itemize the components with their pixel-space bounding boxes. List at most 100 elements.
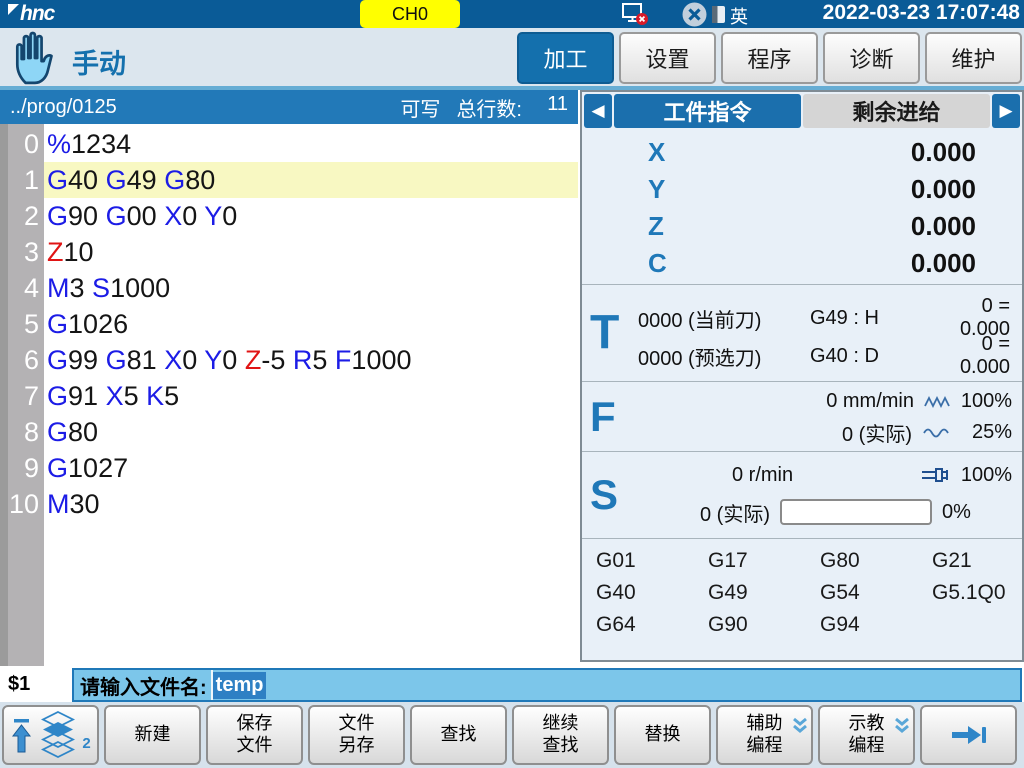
close-x-icon[interactable] bbox=[682, 2, 707, 27]
gcode-cell: G49 bbox=[708, 581, 820, 605]
spindle-command-row: 0 r/min 100% bbox=[582, 456, 1022, 494]
tool-compensation: G40 : D bbox=[810, 345, 938, 368]
code-line[interactable]: 2G90 G00 X0 Y0 bbox=[8, 198, 578, 234]
feed-override-pct: 25% bbox=[960, 421, 1012, 444]
feed-actual-value: 0 (实际) bbox=[842, 418, 912, 447]
logo-flag-icon bbox=[8, 4, 19, 15]
menu-layer-badge: 2 bbox=[82, 735, 90, 753]
feed-override-icon bbox=[922, 426, 950, 440]
gcode-cell: G21 bbox=[932, 549, 1022, 573]
line-number: 4 bbox=[8, 270, 44, 306]
language-indicator[interactable]: 英 bbox=[730, 3, 748, 29]
axis-name: C bbox=[648, 248, 667, 279]
current-tool-row: 0000 (当前刀) G49 : H 0 = 0.000 bbox=[582, 295, 1022, 333]
main-tabs: 加工 设置 程序 诊断 维护 bbox=[517, 32, 1022, 84]
code-text: Z10 bbox=[44, 234, 578, 270]
title-bar: hnc CH0 英 2022-03-23 17:07:48 bbox=[0, 0, 1024, 28]
tab-diagnosis[interactable]: 诊断 bbox=[823, 32, 920, 84]
line-number: 1 bbox=[8, 162, 44, 198]
axis-value: 0.000 bbox=[911, 174, 976, 205]
hnc-logo: hnc bbox=[8, 2, 54, 26]
replace-button[interactable]: 替换 bbox=[614, 705, 711, 765]
chevron-double-down-icon bbox=[894, 717, 910, 735]
program-editor: ../prog/0125 可写 总行数: 11 0%12341G40 G49 G… bbox=[0, 90, 578, 666]
feed-section-label: F bbox=[590, 393, 616, 441]
editor-body[interactable]: 0%12341G40 G49 G802G90 G00 X0 Y03Z104M3 … bbox=[0, 124, 578, 666]
line-number: 8 bbox=[8, 414, 44, 450]
menu-up-layer-button[interactable]: 2 bbox=[2, 705, 99, 765]
line-number: 6 bbox=[8, 342, 44, 378]
axis-name: Y bbox=[648, 174, 665, 205]
menu-next-page-button[interactable] bbox=[920, 705, 1017, 765]
aux-programming-button[interactable]: 辅助 编程 bbox=[716, 705, 813, 765]
teach-programming-button[interactable]: 示教 编程 bbox=[818, 705, 915, 765]
code-line[interactable]: 7G91 X5 K5 bbox=[8, 378, 578, 414]
status-next-arrow-icon[interactable]: ▶ bbox=[992, 94, 1020, 128]
arrow-right-bar-icon bbox=[951, 723, 987, 747]
editor-header: ../prog/0125 可写 总行数: 11 bbox=[0, 90, 578, 124]
code-line[interactable]: 4M3 S1000 bbox=[8, 270, 578, 306]
code-line[interactable]: 0%1234 bbox=[8, 126, 578, 162]
code-text: G1026 bbox=[44, 306, 578, 342]
code-line[interactable]: 8G80 bbox=[8, 414, 578, 450]
feed-command-value: 0 mm/min bbox=[826, 390, 914, 413]
channel-badge[interactable]: CH0 bbox=[360, 0, 460, 28]
gcode-cell: G40 bbox=[596, 581, 708, 605]
code-line[interactable]: 9G1027 bbox=[8, 450, 578, 486]
filename-input[interactable]: 请输入文件名: temp bbox=[72, 668, 1022, 702]
line-number: 3 bbox=[8, 234, 44, 270]
line-number: 5 bbox=[8, 306, 44, 342]
axis-row-y: Y 0.000 bbox=[582, 171, 1022, 208]
gcode-cell: G5.1Q0 bbox=[932, 581, 1022, 605]
channel-label: $1 bbox=[8, 673, 30, 696]
axis-name: Z bbox=[648, 211, 664, 242]
tool-section: T 0000 (当前刀) G49 : H 0 = 0.000 0000 (预选刀… bbox=[582, 284, 1022, 381]
line-number: 0 bbox=[8, 126, 44, 162]
command-prompt-row: $1 请输入文件名: temp bbox=[0, 668, 1024, 702]
find-next-button[interactable]: 继续 查找 bbox=[512, 705, 609, 765]
status-tab-remaining-feed[interactable]: 剩余进给 bbox=[803, 94, 990, 128]
tab-program[interactable]: 程序 bbox=[721, 32, 818, 84]
tab-maintenance[interactable]: 维护 bbox=[925, 32, 1022, 84]
tab-machining[interactable]: 加工 bbox=[517, 32, 614, 84]
total-lines-count: 11 bbox=[538, 93, 568, 122]
code-text: G90 G00 X0 Y0 bbox=[44, 198, 578, 234]
spindle-override-pct: 100% bbox=[960, 464, 1012, 487]
hnc-cnc-screen: hnc CH0 英 2022-03-23 17:07:48 手动 加工 设置 程… bbox=[0, 0, 1024, 768]
axis-name: X bbox=[648, 137, 665, 168]
filename-value-selected: temp bbox=[213, 672, 267, 699]
axis-row-c: C 0.000 bbox=[582, 245, 1022, 282]
tool-section-label: T bbox=[590, 306, 619, 361]
code-text: M3 S1000 bbox=[44, 270, 578, 306]
rapid-override-pct: 100% bbox=[960, 390, 1012, 413]
code-text: G91 X5 K5 bbox=[44, 378, 578, 414]
status-tab-workpiece-command[interactable]: 工件指令 bbox=[614, 94, 801, 128]
spindle-actual-value: 0 (实际) bbox=[700, 498, 770, 527]
new-file-button[interactable]: 新建 bbox=[104, 705, 201, 765]
gcode-cell: G80 bbox=[820, 549, 932, 573]
code-text: G40 G49 G80 bbox=[44, 162, 578, 198]
editor-scrollbar[interactable] bbox=[0, 124, 8, 666]
find-button[interactable]: 查找 bbox=[410, 705, 507, 765]
gcode-grid: G01 G17 G80 G21 G40 G49 G54 G5.1Q0 G64 G… bbox=[582, 539, 1022, 637]
return-up-arrow-icon bbox=[10, 715, 34, 755]
menu-layers-icon bbox=[40, 711, 76, 759]
code-lines: 0%12341G40 G49 G802G90 G00 X0 Y03Z104M3 … bbox=[8, 126, 578, 522]
save-file-button[interactable]: 保存 文件 bbox=[206, 705, 303, 765]
code-line[interactable]: 6G99 G81 X0 Y0 Z-5 R5 F1000 bbox=[8, 342, 578, 378]
tab-settings[interactable]: 设置 bbox=[619, 32, 716, 84]
save-as-button[interactable]: 文件 另存 bbox=[308, 705, 405, 765]
nav-bar: 手动 加工 设置 程序 诊断 维护 bbox=[0, 28, 1024, 86]
axis-value: 0.000 bbox=[911, 211, 976, 242]
gcode-cell bbox=[932, 613, 1022, 637]
axis-value: 0.000 bbox=[911, 137, 976, 168]
code-line[interactable]: 10M30 bbox=[8, 486, 578, 522]
code-text: G1027 bbox=[44, 450, 578, 486]
code-line[interactable]: 3Z10 bbox=[8, 234, 578, 270]
spindle-load-bar bbox=[780, 499, 932, 525]
code-line[interactable]: 1G40 G49 G80 bbox=[8, 162, 578, 198]
status-prev-arrow-icon[interactable]: ◀ bbox=[584, 94, 612, 128]
code-line[interactable]: 5G1026 bbox=[8, 306, 578, 342]
spindle-override-icon bbox=[920, 467, 950, 483]
total-lines-label: 总行数: bbox=[456, 93, 522, 122]
